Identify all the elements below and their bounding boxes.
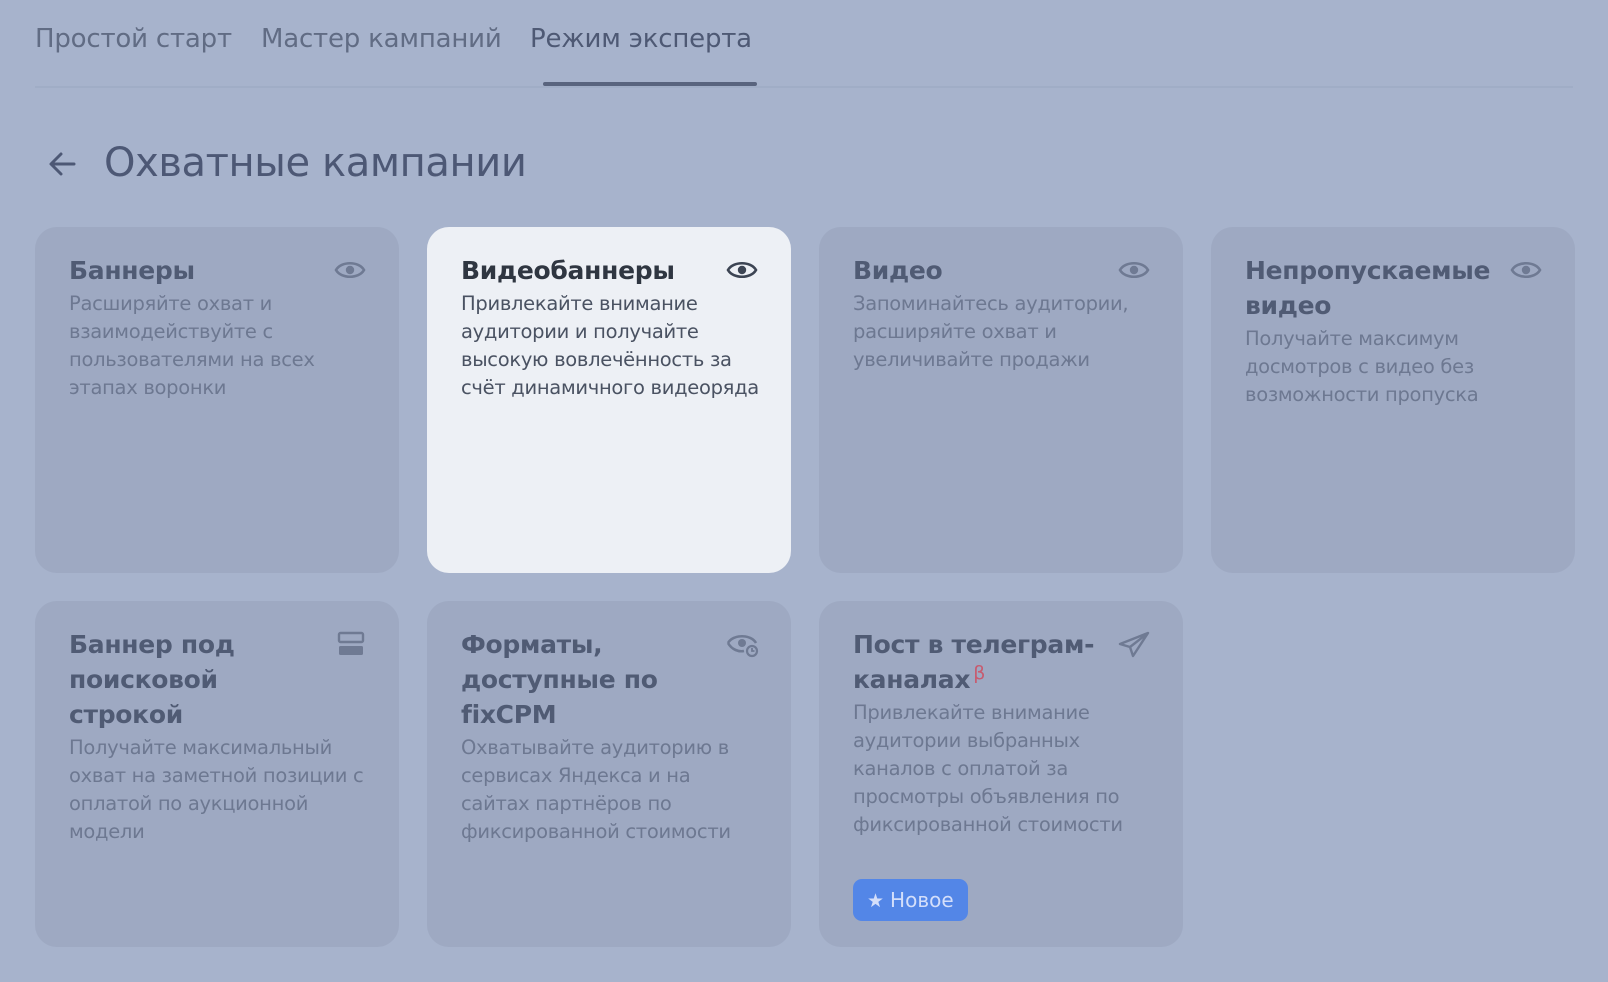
card-description: Получайте максимальный охват на заметной… (69, 736, 364, 843)
card-videobanners[interactable]: Видеобаннеры Привлекайте внимание аудито… (427, 227, 791, 573)
new-badge[interactable]: ★ Новое (853, 879, 968, 921)
search-banner-icon[interactable] (333, 629, 367, 659)
card-telegram-posts[interactable]: Пост в телеграм-каналах β Привлекайте вни… (819, 601, 1183, 947)
card-title: Форматы, доступные по fixCPM (461, 630, 658, 729)
tab-simple-start[interactable]: Простой старт (35, 24, 232, 54)
card-description: Запоминайтесь аудитории, расширяйте охва… (853, 292, 1129, 371)
tab-expert-mode[interactable]: Режим эксперта (530, 24, 752, 54)
badge-label: Новое (890, 888, 954, 912)
card-title: Непропускаемые видео (1245, 256, 1491, 320)
card-title: Пост в телеграм-каналах β (853, 627, 1103, 697)
tab-campaign-master[interactable]: Мастер кампаний (261, 24, 502, 54)
beta-label: β (973, 661, 986, 684)
star-icon: ★ (867, 890, 885, 912)
eye-icon[interactable] (725, 255, 759, 285)
page-title: Охватные кампании (104, 140, 527, 186)
telegram-icon[interactable] (1117, 629, 1151, 659)
eye-icon[interactable] (1117, 255, 1151, 285)
card-video[interactable]: Видео Запоминайтесь аудитории, расширяйт… (819, 227, 1183, 573)
card-nonskippable-video[interactable]: Непропускаемые видео Получайте максимум … (1211, 227, 1575, 573)
card-title: Видеобаннеры (461, 256, 675, 285)
mode-tabs: Простой старт Мастер кампаний Режим эксп… (35, 0, 1573, 88)
eye-icon[interactable] (1509, 255, 1543, 285)
card-title: Баннеры (69, 256, 195, 285)
card-fixcpm-formats[interactable]: Форматы, доступные по fixCPM Охватывайте… (427, 601, 791, 947)
active-tab-indicator (543, 82, 757, 86)
eye-icon[interactable] (333, 255, 367, 285)
card-search-banner[interactable]: Баннер под поисковой строкой Получайте м… (35, 601, 399, 947)
card-description: Получайте максимум досмотров с видео без… (1245, 327, 1479, 406)
card-banners[interactable]: Баннеры Расширяйте охват и взаимодейству… (35, 227, 399, 573)
card-title: Баннер под поисковой строкой (69, 630, 235, 729)
arrow-left-icon[interactable] (44, 146, 80, 182)
card-description: Расширяйте охват и взаимодействуйте с по… (69, 292, 315, 399)
card-description: Привлекайте внимание аудитории и получай… (461, 292, 759, 399)
eye-refresh-icon[interactable] (725, 629, 759, 659)
card-description: Привлекайте внимание аудитории выбранных… (853, 701, 1123, 836)
card-description: Охватывайте аудиторию в сервисах Яндекса… (461, 736, 731, 843)
card-title: Видео (853, 256, 943, 285)
